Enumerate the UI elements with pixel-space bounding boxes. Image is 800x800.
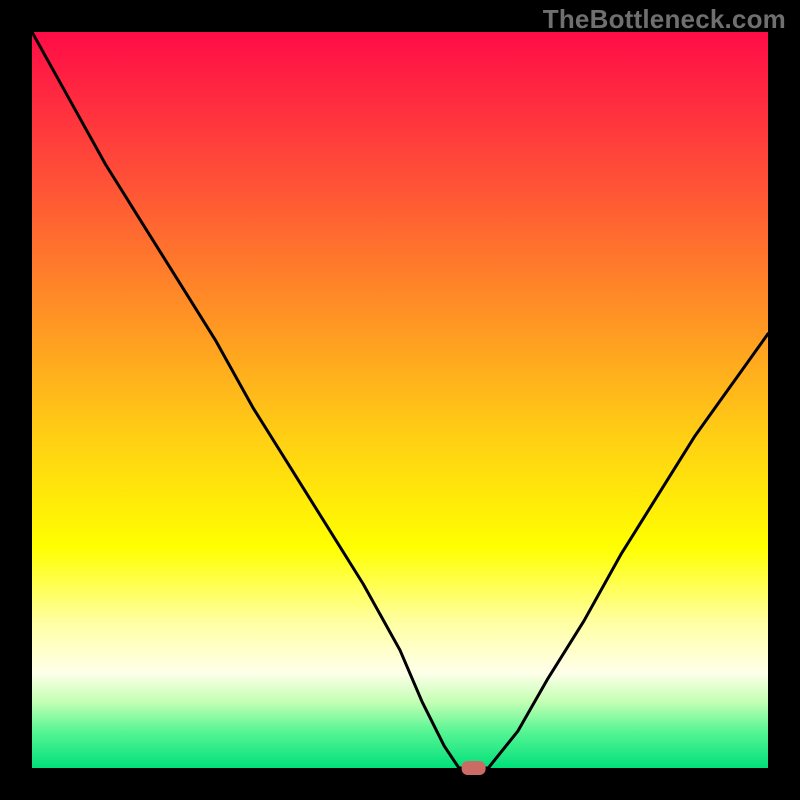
chart-svg — [0, 0, 800, 800]
minimum-marker — [462, 761, 486, 775]
watermark-text: TheBottleneck.com — [543, 4, 786, 35]
chart-container: TheBottleneck.com — [0, 0, 800, 800]
plot-area — [32, 32, 768, 768]
